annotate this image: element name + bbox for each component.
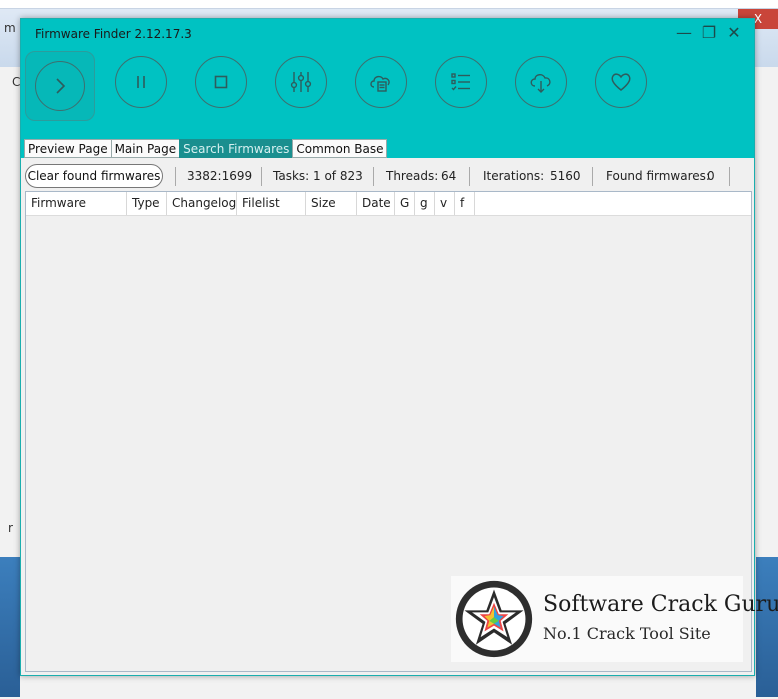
sliders-icon (290, 72, 312, 92)
desktop-strip-right (756, 557, 778, 697)
settings-button[interactable] (275, 56, 327, 108)
separator (729, 167, 730, 186)
ratio-value: 3382:1699 (187, 169, 253, 183)
separator (592, 167, 593, 186)
cloud-download-icon (530, 74, 551, 93)
separator (469, 167, 470, 186)
window-title: Firmware Finder 2.12.17.3 (35, 27, 192, 41)
list-button[interactable] (435, 56, 487, 108)
pause-icon (137, 76, 145, 88)
background-text-fragment: m (4, 21, 16, 35)
minimize-button[interactable]: — (673, 23, 695, 43)
threads-label: Threads: (386, 169, 439, 183)
watermark-title: Software Crack Guru (543, 592, 778, 617)
tab-main-page[interactable]: Main Page (110, 139, 181, 158)
iterations-value: 5160 (550, 169, 581, 183)
grid-header: Firmware Type Changelog Filelist Size Da… (26, 192, 751, 216)
column-header-changelog[interactable]: Changelog (167, 192, 237, 215)
pause-button[interactable] (115, 56, 167, 108)
cloud-document-icon (370, 75, 390, 92)
column-header-f[interactable]: f (455, 192, 475, 215)
restore-button[interactable]: ❐ (698, 23, 720, 43)
column-header-size[interactable]: Size (306, 192, 357, 215)
iterations-label: Iterations: (483, 169, 545, 183)
background-text-fragment: r (8, 521, 13, 535)
column-header-filelist[interactable]: Filelist (237, 192, 306, 215)
checklist-icon (451, 73, 470, 91)
search-status-bar: Clear found firmwares 3382:1699 Tasks: 1… (25, 164, 750, 188)
desktop-strip-left (0, 557, 20, 697)
separator (175, 167, 176, 186)
tab-strip: Preview Page Main Page Search Firmwares … (24, 139, 388, 158)
separator (261, 167, 262, 186)
tab-preview-page[interactable]: Preview Page (24, 139, 112, 158)
tasks-label: Tasks: (273, 169, 310, 183)
tab-search-firmwares[interactable]: Search Firmwares (179, 139, 294, 158)
download-button[interactable] (515, 56, 567, 108)
column-header-firmware[interactable]: Firmware (26, 192, 127, 215)
close-button[interactable]: ✕ (723, 23, 745, 43)
header: Firmware Finder 2.12.17.3 — ❐ ✕ Preview … (21, 19, 754, 158)
tab-common-base[interactable]: Common Base (292, 139, 388, 158)
column-header-g-upper[interactable]: G (395, 192, 415, 215)
threads-value: 64 (441, 169, 457, 183)
stop-icon (214, 75, 228, 89)
tasks-value: 1 of 823 (313, 169, 363, 183)
clear-found-firmwares-button[interactable]: Clear found firmwares (25, 164, 163, 188)
column-header-v[interactable]: v (435, 192, 455, 215)
column-header-type[interactable]: Type (127, 192, 167, 215)
separator (373, 167, 374, 186)
cloud-base-button[interactable] (355, 56, 407, 108)
play-icon (35, 61, 85, 111)
stop-button[interactable] (195, 56, 247, 108)
found-firmwares-value: 0 (707, 169, 715, 183)
column-header-g-lower[interactable]: g (415, 192, 435, 215)
column-header-date[interactable]: Date (357, 192, 395, 215)
watermark-subtitle: No.1 Crack Tool Site (543, 624, 711, 643)
start-button[interactable] (25, 51, 95, 121)
donate-button[interactable] (595, 56, 647, 108)
found-firmwares-label: Found firmwares: (606, 169, 710, 183)
star-logo (455, 580, 533, 658)
heart-icon (611, 73, 631, 91)
watermark-banner: Software Crack Guru No.1 Crack Tool Site (451, 576, 778, 662)
